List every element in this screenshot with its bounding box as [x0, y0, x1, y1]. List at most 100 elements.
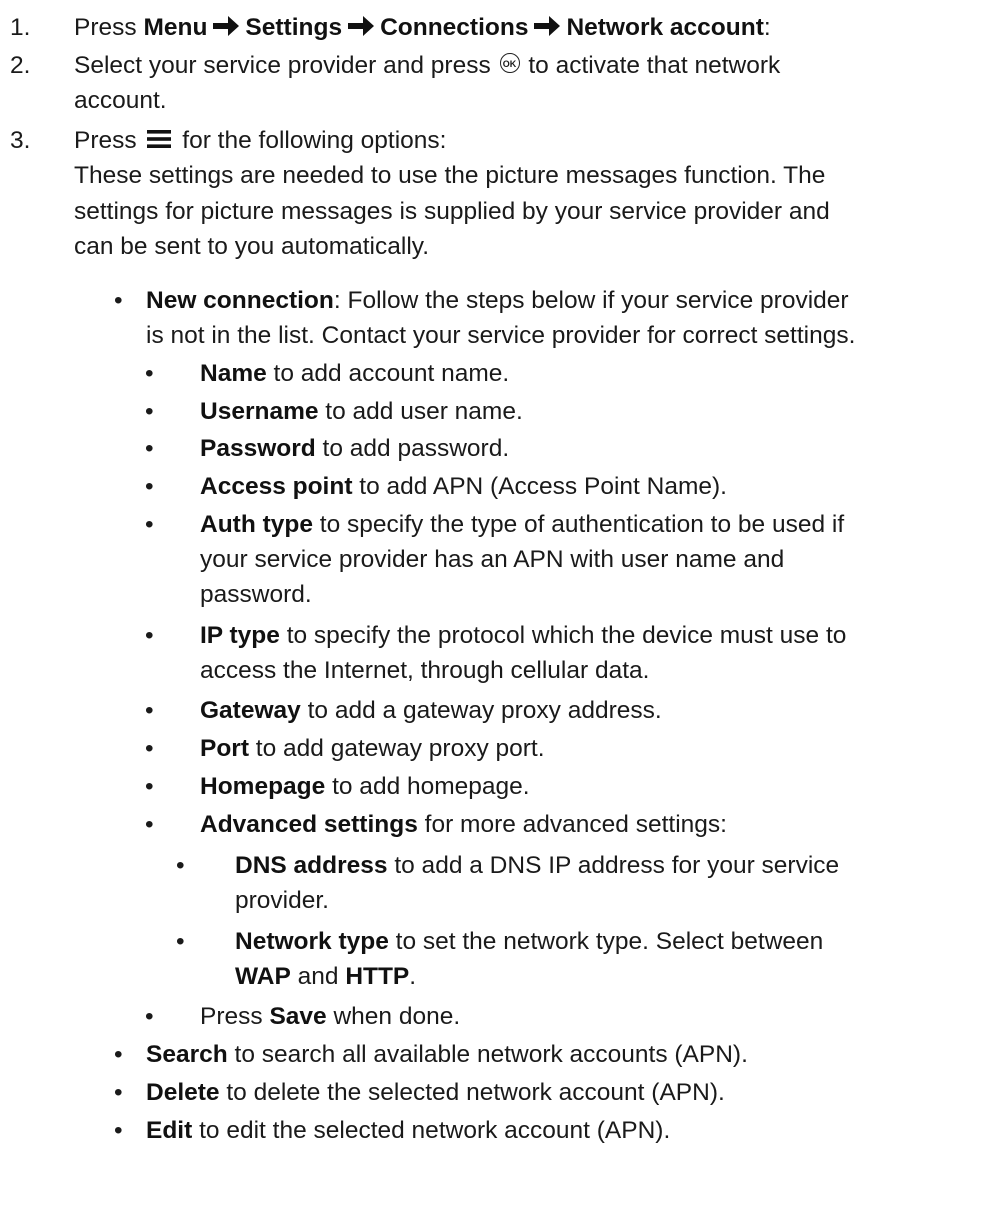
colon: : — [763, 14, 771, 41]
option-label: Username — [200, 398, 319, 425]
option-text: Gateway to add a gateway proxy address. — [200, 693, 662, 729]
option-desc: to add a DNS IP address for your service — [387, 852, 840, 879]
option-desc: to add homepage. — [325, 773, 530, 800]
option-desc: is not in the list. Contact your service… — [146, 322, 856, 349]
option-text: Auth type to specify the type of authent… — [200, 507, 844, 543]
step-text: Press for the following options: — [74, 123, 446, 159]
right-arrow-icon — [348, 16, 375, 36]
option-label: IP type — [200, 622, 280, 649]
option-text: Edit to edit the selected network accoun… — [146, 1113, 670, 1149]
option-label: Edit — [146, 1117, 193, 1144]
option-desc: to specify the type of authentication to… — [312, 511, 845, 538]
option-desc: password. — [200, 581, 312, 608]
option-desc: for more advanced settings: — [417, 811, 727, 838]
option-text: Port to add gateway proxy port. — [200, 731, 545, 767]
option-desc: : Follow the steps below if your service… — [333, 287, 849, 314]
step-text-b: for the following options: — [182, 127, 447, 154]
step-number: 3. — [10, 127, 31, 154]
option-label: Gateway — [200, 697, 301, 724]
bullet: • — [145, 697, 154, 724]
option-text: Username to add user name. — [200, 394, 523, 430]
option-label: Password — [200, 435, 316, 462]
save-label: Save — [269, 1003, 327, 1030]
settings-label: Settings — [245, 14, 343, 41]
menu-label: Menu — [143, 14, 208, 41]
right-arrow-icon — [534, 16, 561, 36]
option-desc: to search all available network accounts… — [227, 1041, 748, 1068]
option-desc: when done. — [326, 1003, 461, 1030]
option-desc: to add gateway proxy port. — [249, 735, 545, 762]
option-label: DNS address — [235, 852, 388, 879]
step-text: Press Menu Settings Connections Network acc… — [74, 10, 771, 46]
option-desc: WAP and HTTP. — [235, 959, 416, 995]
bullet: • — [145, 473, 154, 500]
option-label: New connection — [146, 287, 334, 314]
option-label: Auth type — [200, 511, 313, 538]
wap-label: WAP — [235, 963, 291, 990]
step-text-b: to activate that network — [528, 52, 781, 79]
option-text: Password to add password. — [200, 431, 509, 467]
press-text: Press — [74, 14, 137, 41]
bullet: • — [145, 435, 154, 462]
option-desc: your service provider has an APN with us… — [200, 546, 785, 573]
option-desc: to add a gateway proxy address. — [300, 697, 662, 724]
bullet: • — [176, 928, 185, 955]
bullet: • — [145, 811, 154, 838]
option-text: New connection: Follow the steps below i… — [146, 283, 849, 319]
option-text: Press Save when done. — [200, 999, 460, 1035]
para-line: These settings are needed to use the pic… — [74, 162, 826, 189]
option-text: Delete to delete the selected network ac… — [146, 1075, 725, 1111]
ok-icon: OK — [499, 53, 520, 73]
option-text: IP type to specify the protocol which th… — [200, 618, 846, 654]
network-account-label: Network account — [566, 14, 764, 41]
step-text-a: Select your service provider and press — [74, 52, 491, 79]
and-text: and — [290, 963, 346, 990]
bullet: • — [145, 360, 154, 387]
bullet: • — [145, 511, 154, 538]
bullet: • — [145, 622, 154, 649]
option-label: Search — [146, 1041, 228, 1068]
option-desc: access the Internet, through cellular da… — [200, 657, 650, 684]
option-text: DNS address to add a DNS IP address for … — [235, 848, 839, 884]
option-desc: to add password. — [315, 435, 510, 462]
option-label: Advanced settings — [200, 811, 418, 838]
press-text: Press — [74, 127, 137, 154]
option-text: Access point to add APN (Access Point Na… — [200, 469, 727, 505]
bullet: • — [145, 735, 154, 762]
option-desc: to edit the selected network account (AP… — [192, 1117, 671, 1144]
menu-icon — [147, 130, 172, 148]
option-label: Delete — [146, 1079, 220, 1106]
bullet: • — [114, 1041, 123, 1068]
option-label: Port — [200, 735, 249, 762]
option-desc: to add account name. — [266, 360, 510, 387]
option-desc: provider. — [235, 887, 329, 914]
option-label: Homepage — [200, 773, 326, 800]
option-desc: to add APN (Access Point Name). — [352, 473, 727, 500]
step-number: 1. — [10, 14, 31, 41]
right-arrow-icon — [213, 16, 240, 36]
bullet: • — [114, 287, 123, 314]
bullet: • — [114, 1079, 123, 1106]
bullet: • — [176, 852, 185, 879]
bullet: • — [145, 398, 154, 425]
para-line: can be sent to you automatically. — [74, 233, 429, 260]
http-label: HTTP — [345, 963, 410, 990]
option-text: Advanced settings for more advanced sett… — [200, 807, 727, 843]
option-text: Network type to set the network type. Se… — [235, 924, 823, 960]
option-desc: to add user name. — [318, 398, 523, 425]
step-number: 2. — [10, 52, 31, 79]
option-text: Name to add account name. — [200, 356, 509, 392]
option-desc: to set the network type. Select between — [388, 928, 824, 955]
option-label: Access point — [200, 473, 353, 500]
step-text-c: account. — [74, 87, 167, 114]
option-label: Name — [200, 360, 267, 387]
option-text: Search to search all available network a… — [146, 1037, 748, 1073]
option-desc: to specify the protocol which the device… — [279, 622, 847, 649]
press-text: Press — [200, 1003, 270, 1030]
para-line: settings for picture messages is supplie… — [74, 198, 830, 225]
option-label: Network type — [235, 928, 389, 955]
option-desc: to delete the selected network account (… — [219, 1079, 725, 1106]
connections-label: Connections — [380, 14, 529, 41]
bullet: • — [145, 773, 154, 800]
period: . — [409, 963, 417, 990]
